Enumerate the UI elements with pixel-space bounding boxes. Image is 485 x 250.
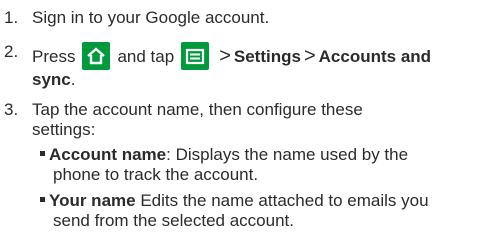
bullet-your-name: Your name Edits the name attached to ema…: [40, 191, 473, 231]
bullet-text: Edits the name attached to emails you: [135, 191, 429, 210]
step-text: Press and tap > Settings > Accounts and: [32, 42, 477, 70]
step-2: 2. Press and tap > Settings > Accounts and sy…: [4, 42, 477, 90]
bullet-line-2: phone to track the account.: [53, 165, 259, 184]
menu-path-sync: sync: [32, 70, 71, 89]
menu-path-accounts: Accounts and: [318, 47, 432, 66]
bullet-label: Your name: [49, 191, 136, 210]
step-number: 3.: [4, 100, 19, 119]
bullet-label: Account name: [49, 145, 167, 164]
bullet-account-name: Account name: Displays the name used by …: [40, 145, 473, 185]
separator-arrow: >: [219, 45, 231, 67]
bullet-line-1: Account name: Displays the name used by …: [40, 145, 473, 165]
step-number: 2.: [4, 42, 19, 61]
period: .: [70, 70, 76, 89]
home-icon: [82, 42, 111, 70]
menu-path-settings: Settings: [233, 47, 301, 66]
step-text-continued: sync.: [32, 70, 477, 90]
step-1: 1. Sign in to your Google account.: [4, 8, 477, 28]
step-number: 1.: [4, 8, 19, 27]
separator-arrow: >: [303, 45, 316, 67]
bullet-marker: [40, 197, 45, 202]
and-tap-text: and tap: [117, 47, 175, 66]
bullet-line-1: Your name Edits the name attached to ema…: [40, 191, 473, 211]
step-text: Sign in to your Google account.: [32, 8, 270, 27]
menu-icon: [181, 42, 210, 70]
press-text: Press: [32, 47, 76, 66]
bullet-text: Displays the name used by the: [170, 145, 409, 164]
step-3: 3. Tap the account name, then configure …: [4, 100, 477, 140]
step-text-line-2: settings:: [32, 120, 96, 139]
instruction-document: 1. Sign in to your Google account. 2. Pr…: [0, 0, 485, 250]
bullet-marker: [40, 151, 45, 156]
step-text-line-1: Tap the account name, then configure the…: [32, 100, 363, 119]
bullet-line-2: send from the selected account.: [53, 211, 294, 230]
